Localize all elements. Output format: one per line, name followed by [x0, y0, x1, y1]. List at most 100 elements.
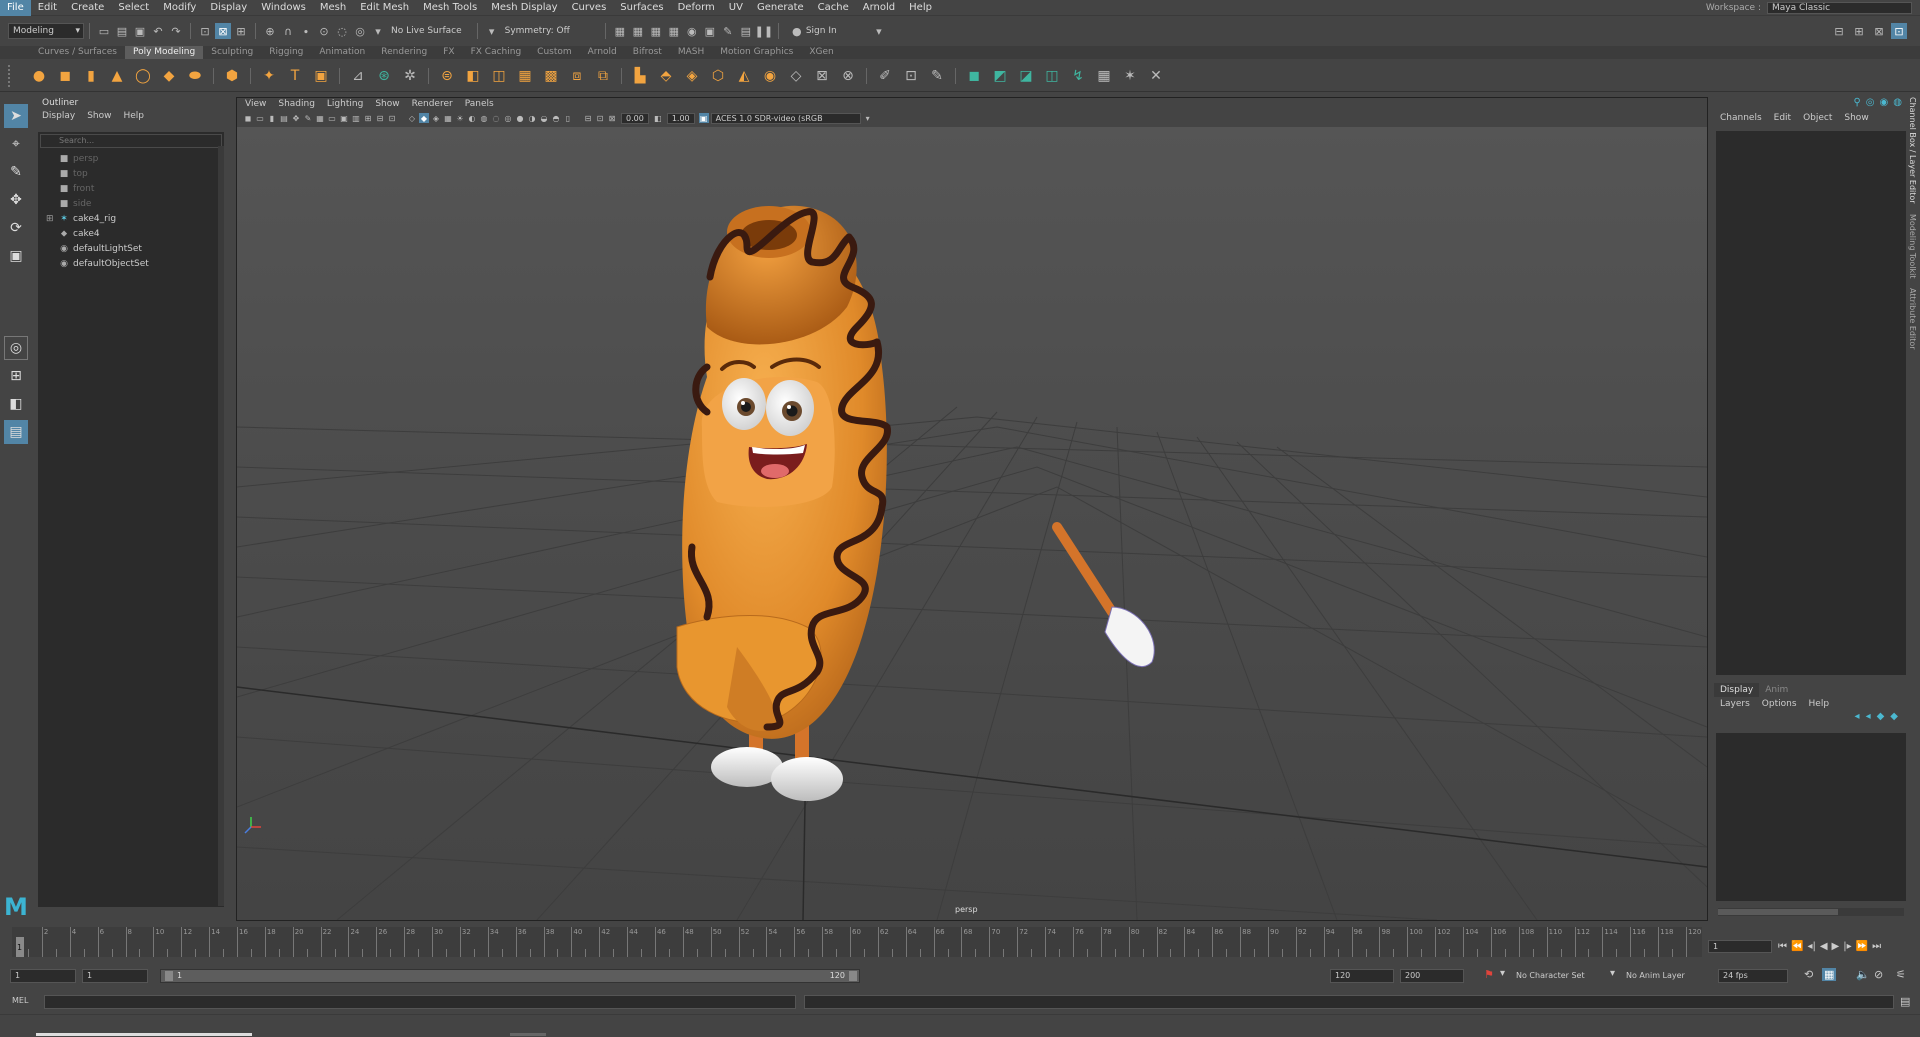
- append-polygon-icon[interactable]: ⬡: [707, 65, 729, 87]
- automatic-mapping-icon[interactable]: ⊡: [900, 65, 922, 87]
- outliner-menu-display[interactable]: Display: [42, 111, 75, 121]
- color-management-icon[interactable]: ▣: [698, 113, 709, 123]
- move-tool-icon[interactable]: ✥: [4, 188, 28, 212]
- outliner-item-front[interactable]: ■ front: [38, 182, 224, 197]
- play-backward-icon[interactable]: ◀: [1820, 941, 1828, 952]
- snap-projected-icon[interactable]: ⊙: [316, 23, 332, 39]
- move-layer-up-icon[interactable]: ◂: [1855, 711, 1860, 727]
- script-editor-icon[interactable]: ▤: [1900, 995, 1910, 1008]
- extrude-icon[interactable]: ▙: [629, 65, 651, 87]
- layer-editor-menu-help[interactable]: Help: [1809, 697, 1830, 711]
- chevron-down-icon[interactable]: ▾: [863, 113, 873, 123]
- range-end-handle[interactable]: [849, 971, 857, 981]
- viewport-menu-renderer[interactable]: Renderer: [412, 98, 453, 111]
- symmetry-label[interactable]: Symmetry: Off: [505, 26, 570, 36]
- xray-components-icon[interactable]: ▯: [563, 113, 573, 123]
- time-slider[interactable]: 2 4 6 8 10 12 14 16 18 20 22 24 26 28 30 32 34 36 38 40 42 44…: [12, 927, 1702, 957]
- outliner-item-cake4-rig[interactable]: ⊞ ✶ cake4_rig: [38, 212, 224, 227]
- current-frame-field[interactable]: 1: [1708, 939, 1772, 953]
- outliner-item-cake4[interactable]: ⬥ cake4: [38, 227, 224, 242]
- make-live-icon[interactable]: ◎: [352, 23, 368, 39]
- outliner-item-defaultobjectset[interactable]: ◉ defaultObjectSet: [38, 257, 224, 272]
- perspective-viewport[interactable]: persp: [237, 127, 1707, 920]
- view-transform-select[interactable]: ACES 1.0 SDR-video (sRGB: [710, 112, 861, 124]
- outliner-menu-show[interactable]: Show: [87, 111, 111, 121]
- safe-title-icon[interactable]: ⊡: [387, 113, 397, 123]
- layer-editor-scrollbar[interactable]: [1718, 908, 1904, 916]
- loop-icon[interactable]: ⟲: [1804, 968, 1813, 981]
- shelf-tab-fx[interactable]: FX: [435, 46, 462, 59]
- select-camera-icon[interactable]: ◼: [243, 113, 253, 123]
- select-hierarchy-icon[interactable]: ⊡: [197, 23, 213, 39]
- shelf-tab-rendering[interactable]: Rendering: [373, 46, 435, 59]
- toggle-attribute-editor-icon[interactable]: ⊞: [1851, 23, 1867, 39]
- character-set-select[interactable]: No Character Set: [1516, 971, 1585, 980]
- menu-item-help[interactable]: Help: [902, 0, 939, 16]
- layer-editor-menu-options[interactable]: Options: [1762, 697, 1797, 711]
- chevron-down-icon[interactable]: ▾: [484, 23, 500, 39]
- shelf-tab-poly-modeling[interactable]: Poly Modeling: [124, 46, 204, 59]
- new-scene-icon[interactable]: ▭: [96, 23, 112, 39]
- extract-icon[interactable]: ◫: [488, 65, 510, 87]
- layer-tab-display[interactable]: Display: [1714, 683, 1760, 697]
- sign-in-button[interactable]: ● Sign In ▾: [788, 23, 888, 39]
- smooth-icon[interactable]: ▦: [514, 65, 536, 87]
- ambient-occlusion-icon[interactable]: ◍: [479, 113, 489, 123]
- play-forward-icon[interactable]: ▶: [1832, 941, 1840, 952]
- fps-select[interactable]: 24 fps: [1718, 969, 1788, 983]
- planar-mapping-icon[interactable]: ✐: [874, 65, 896, 87]
- menu-item-file[interactable]: File: [0, 0, 31, 16]
- toggle-tool-settings-icon[interactable]: ⊠: [1871, 23, 1887, 39]
- menu-item-select[interactable]: Select: [111, 0, 156, 16]
- shelf-tab-animation[interactable]: Animation: [311, 46, 373, 59]
- menu-item-modify[interactable]: Modify: [156, 0, 203, 16]
- platonic-solid-icon[interactable]: ⬢: [221, 65, 243, 87]
- channel-box-menu-show[interactable]: Show: [1844, 111, 1868, 125]
- center-pivot-icon[interactable]: ◪: [1015, 65, 1037, 87]
- film-gate-icon[interactable]: ▭: [327, 113, 337, 123]
- shelf-tab-xgen[interactable]: XGen: [801, 46, 841, 59]
- exposure-icon[interactable]: ⊟: [583, 113, 593, 123]
- chevron-down-icon[interactable]: ▾: [1500, 968, 1505, 979]
- scrollbar-thumb[interactable]: [1718, 909, 1838, 915]
- live-surface-label[interactable]: No Live Surface: [391, 26, 462, 36]
- redo-icon[interactable]: ↷: [168, 23, 184, 39]
- shelf-tab-arnold[interactable]: Arnold: [580, 46, 625, 59]
- select-object-icon[interactable]: ⊠: [215, 23, 231, 39]
- menu-item-edit-mesh[interactable]: Edit Mesh: [353, 0, 416, 16]
- lasso-tool-icon[interactable]: ⌖: [4, 132, 28, 156]
- channel-box-menu-object[interactable]: Object: [1803, 111, 1832, 125]
- shelf-tab-sculpting[interactable]: Sculpting: [203, 46, 261, 59]
- range-start-handle[interactable]: [165, 971, 173, 981]
- bridge-icon[interactable]: ⧉: [592, 65, 614, 87]
- pause-icon[interactable]: ❚❚: [755, 23, 773, 39]
- symmetry-tool-icon[interactable]: ✶: [1119, 65, 1141, 87]
- anti-aliasing-icon[interactable]: ◎: [503, 113, 513, 123]
- expand-toggle-icon[interactable]: ⊞: [46, 212, 58, 227]
- poly-cube-icon[interactable]: ◼: [54, 65, 76, 87]
- group-icon[interactable]: ↯: [1067, 65, 1089, 87]
- menu-item-mesh[interactable]: Mesh: [313, 0, 353, 16]
- channel-sync-icon[interactable]: ◍: [1893, 97, 1902, 111]
- single-perspective-layout-icon[interactable]: ◎: [4, 336, 28, 360]
- menuset-select[interactable]: Modeling ▾: [8, 23, 84, 39]
- snap-point-icon[interactable]: ∙: [298, 23, 314, 39]
- field-chart-icon[interactable]: ⊞: [363, 113, 373, 123]
- animation-end-field[interactable]: 200: [1400, 969, 1464, 983]
- outliner-item-persp[interactable]: ■ persp: [38, 152, 224, 167]
- menu-item-edit[interactable]: Edit: [31, 0, 64, 16]
- hypershade-icon[interactable]: ◉: [684, 23, 700, 39]
- outliner-scrollbar[interactable]: [218, 146, 224, 906]
- outliner-item-top[interactable]: ■ top: [38, 167, 224, 182]
- playback-start-field[interactable]: 1: [82, 969, 148, 983]
- super-shape-icon[interactable]: ✦: [258, 65, 280, 87]
- use-all-lights-icon[interactable]: ☀: [455, 113, 465, 123]
- combine-icon[interactable]: ⊜: [436, 65, 458, 87]
- step-forward-key-icon[interactable]: ⏩: [1856, 941, 1868, 952]
- image-plane-icon[interactable]: ▤: [279, 113, 289, 123]
- viewport-menu-show[interactable]: Show: [375, 98, 399, 111]
- hyper-icon[interactable]: ◉: [1880, 97, 1889, 111]
- anim-layer-select[interactable]: No Anim Layer: [1626, 971, 1685, 980]
- bevel-icon[interactable]: ⬘: [655, 65, 677, 87]
- exposure-toggle-icon[interactable]: ⊠: [607, 113, 617, 123]
